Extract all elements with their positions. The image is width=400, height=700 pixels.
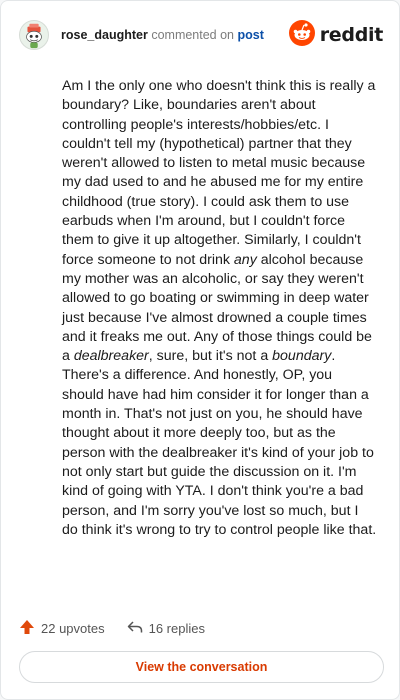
emphasis-text: any [233,251,257,268]
upvote-stat[interactable]: 22 upvotes [19,619,105,638]
upvote-count: 22 upvotes [41,620,105,636]
comment-card: rose_daughter commented on post reddit A… [0,0,400,700]
emphasis-text: boundary [272,348,332,365]
comment-footer: 22 upvotes 16 replies [19,617,205,639]
body-text-segment: . There's a difference. And honestly, OP… [62,348,377,538]
comment-body: Am I the only one who doesn't think this… [62,77,377,540]
body-text-segment: , sure, but it's not a [148,348,273,365]
comment-header: rose_daughter commented on post reddit [19,19,383,51]
body-text-segment: Am I the only one who doesn't think this… [62,78,376,268]
upvote-arrow-icon [19,619,35,638]
replies-count: 16 replies [148,620,205,636]
snoo-avatar[interactable] [19,20,49,50]
reddit-wordmark: reddit [319,24,384,46]
reddit-logo-icon [288,19,315,51]
reddit-brand[interactable]: reddit [288,19,384,51]
username-link[interactable]: rose_daughter [61,28,148,42]
reply-arrow-icon [127,619,143,638]
emphasis-text: dealbreaker [73,348,149,365]
replies-stat[interactable]: 16 replies [127,619,205,638]
comment-meta: rose_daughter commented on post [61,27,264,43]
view-conversation-button[interactable]: View the conversation [19,651,384,683]
commented-on-text: commented on [151,28,235,42]
post-link[interactable]: post [238,28,264,42]
